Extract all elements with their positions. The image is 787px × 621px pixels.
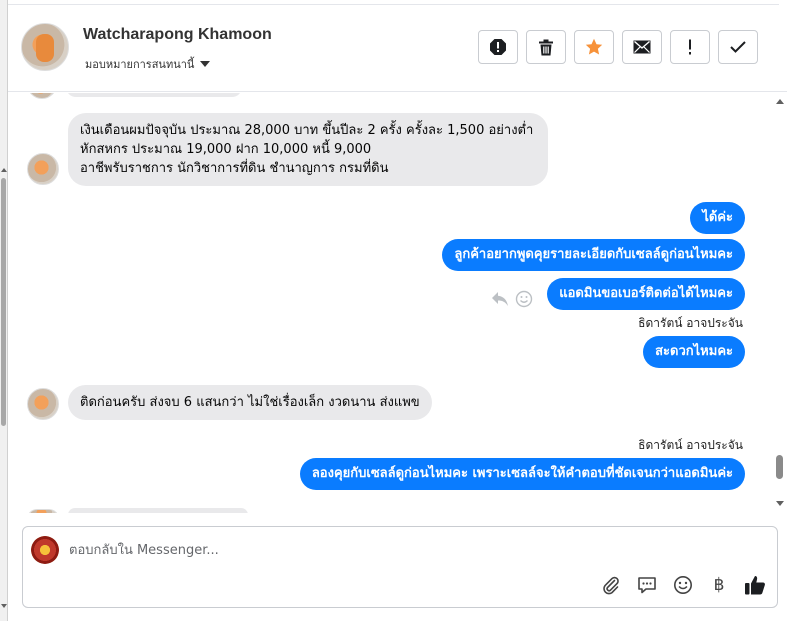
page-scrollbar[interactable] — [0, 0, 8, 621]
contact-avatar-small — [27, 388, 59, 420]
checkmark-icon — [730, 41, 746, 53]
message-bubble-incoming: เงินเดือนผมปัจจุบัน ประมาณ 28,000 บาท ขึ… — [68, 113, 548, 186]
delete-button[interactable] — [526, 30, 566, 64]
scroll-down-arrow-icon[interactable] — [1, 604, 7, 608]
message-bubble-incoming — [68, 508, 248, 513]
message-bubble-incoming: ติดก่อนครับ ส่งจบ 6 แสนกว่า ไม่ใช่เรื่อง… — [68, 385, 432, 420]
message-text: หักสหกร ประมาณ 19,000 ฝาก 10,000 หนี้ 9,… — [80, 142, 372, 157]
envelope-icon — [633, 40, 651, 54]
reply-icon[interactable] — [491, 291, 509, 307]
emoji-button[interactable] — [671, 573, 695, 597]
contact-avatar[interactable] — [21, 23, 69, 71]
paperclip-icon — [603, 576, 619, 595]
baht-icon: ฿ — [713, 575, 725, 595]
thread-scrollbar[interactable] — [771, 93, 787, 513]
caret-down-icon — [200, 61, 211, 67]
message-bubble-outgoing: ลองคุยกับเซลล์ดูก่อนไหมคะ เพราะเซลล์จะให… — [299, 458, 745, 490]
attach-button[interactable] — [599, 573, 623, 597]
message-bubble-outgoing: ลูกค้าอยากพูดคุยรายละเอียดกับเซลล์ดูก่อน… — [442, 239, 745, 271]
thumbs-up-icon — [745, 576, 765, 595]
page-avatar — [31, 536, 59, 564]
star-button[interactable] — [574, 30, 614, 64]
like-button[interactable] — [743, 573, 767, 597]
scroll-up-arrow-icon[interactable] — [776, 99, 784, 104]
chat-bubble-icon — [638, 577, 656, 594]
thread-scroll-thumb[interactable] — [776, 455, 783, 479]
contact-avatar-small — [27, 93, 57, 99]
message-hover-actions — [491, 290, 533, 308]
star-icon — [585, 38, 603, 55]
trash-icon — [539, 39, 553, 55]
composer-tools: ฿ — [599, 573, 767, 597]
sender-name: ธิดารัตน์ อาจประจัน — [638, 438, 743, 452]
exclamation-icon — [689, 39, 691, 55]
reply-composer: ฿ — [22, 526, 778, 608]
message-bubble-outgoing: แอดมินขอเบอร์ติดต่อได้ไหมคะ — [547, 278, 745, 310]
alert-octagon-icon — [490, 39, 506, 55]
conversation-header: Watcharapong Khamoon มอบหมายการสนทนานี้ — [8, 0, 787, 92]
message-text: อาชีพรับราชการ นักวิชาการที่ดิน ชำนาญการ… — [80, 161, 389, 176]
reply-input[interactable] — [69, 539, 749, 561]
contact-name[interactable]: Watcharapong Khamoon — [83, 26, 272, 44]
contact-avatar-small — [27, 153, 59, 185]
page-scroll-thumb[interactable] — [1, 178, 6, 426]
header-actions — [478, 30, 758, 64]
divider — [8, 4, 779, 5]
payment-button[interactable]: ฿ — [707, 573, 731, 597]
contact-avatar-small — [27, 509, 59, 513]
message-bubble-incoming — [66, 93, 242, 97]
message-bubble-outgoing: สะดวกไหมคะ — [643, 336, 745, 368]
mark-spam-button[interactable] — [478, 30, 518, 64]
smiley-icon — [674, 576, 692, 594]
scroll-up-arrow-icon[interactable] — [1, 168, 7, 172]
follow-up-button[interactable] — [670, 30, 710, 64]
mark-done-button[interactable] — [718, 30, 758, 64]
scroll-down-arrow-icon[interactable] — [776, 501, 784, 506]
assign-conversation-dropdown[interactable]: มอบหมายการสนทนานี้ — [85, 55, 211, 73]
message-text: เงินเดือนผมปัจจุบัน ประมาณ 28,000 บาท ขึ… — [80, 123, 534, 138]
smiley-react-icon[interactable] — [515, 290, 533, 308]
assign-label: มอบหมายการสนทนานี้ — [85, 58, 195, 71]
message-thread[interactable]: เงินเดือนผมปัจจุบัน ประมาณ 28,000 บาท ขึ… — [8, 93, 779, 513]
saved-replies-button[interactable] — [635, 573, 659, 597]
mark-unread-button[interactable] — [622, 30, 662, 64]
message-bubble-outgoing: ได้ค่ะ — [690, 202, 745, 234]
sender-name: ธิดารัตน์ อาจประจัน — [638, 316, 743, 330]
